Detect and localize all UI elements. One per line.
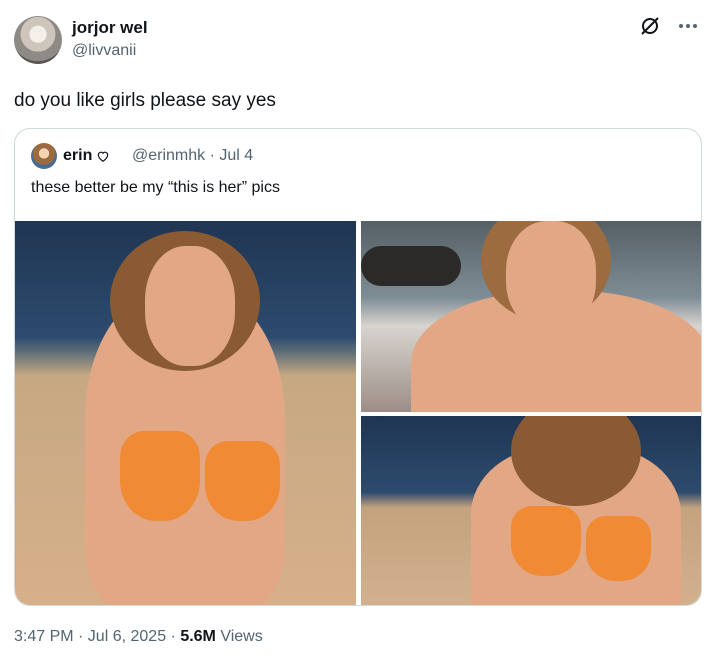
more-icon[interactable] bbox=[676, 14, 700, 38]
quote-date[interactable]: · Jul 4 bbox=[210, 147, 254, 164]
author-handle[interactable]: @livvanii bbox=[72, 42, 136, 60]
tweet-time[interactable]: 3:47 PM · Jul 6, 2025 · bbox=[14, 628, 180, 645]
heart-icon bbox=[98, 151, 109, 162]
author-avatar[interactable] bbox=[14, 16, 62, 64]
media-image-3[interactable] bbox=[361, 416, 701, 605]
quote-tweet[interactable]: erin @erinmhk · Jul 4 these better be my… bbox=[14, 128, 702, 606]
quote-author[interactable]: erin bbox=[63, 147, 110, 165]
media-image-1[interactable] bbox=[15, 221, 356, 605]
view-count: 5.6M bbox=[180, 628, 216, 645]
quote-author-name: erin bbox=[63, 147, 93, 164]
tweet-text: do you like girls please say yes bbox=[14, 90, 276, 111]
views-label: Views bbox=[215, 628, 263, 645]
media-image-2[interactable] bbox=[361, 221, 701, 412]
tweet-actions bbox=[638, 14, 700, 38]
author-name[interactable]: jorjor wel bbox=[72, 18, 148, 38]
quote-meta: @erinmhk · Jul 4 bbox=[132, 147, 253, 165]
tweet-timestamp: 3:47 PM · Jul 6, 2025 · 5.6M Views bbox=[14, 628, 263, 646]
quote-handle[interactable]: @erinmhk bbox=[132, 147, 205, 164]
media-grid bbox=[15, 221, 701, 605]
grok-icon[interactable] bbox=[638, 14, 662, 38]
quote-text: these better be my “this is her” pics bbox=[31, 179, 280, 196]
quote-avatar[interactable] bbox=[31, 143, 57, 169]
